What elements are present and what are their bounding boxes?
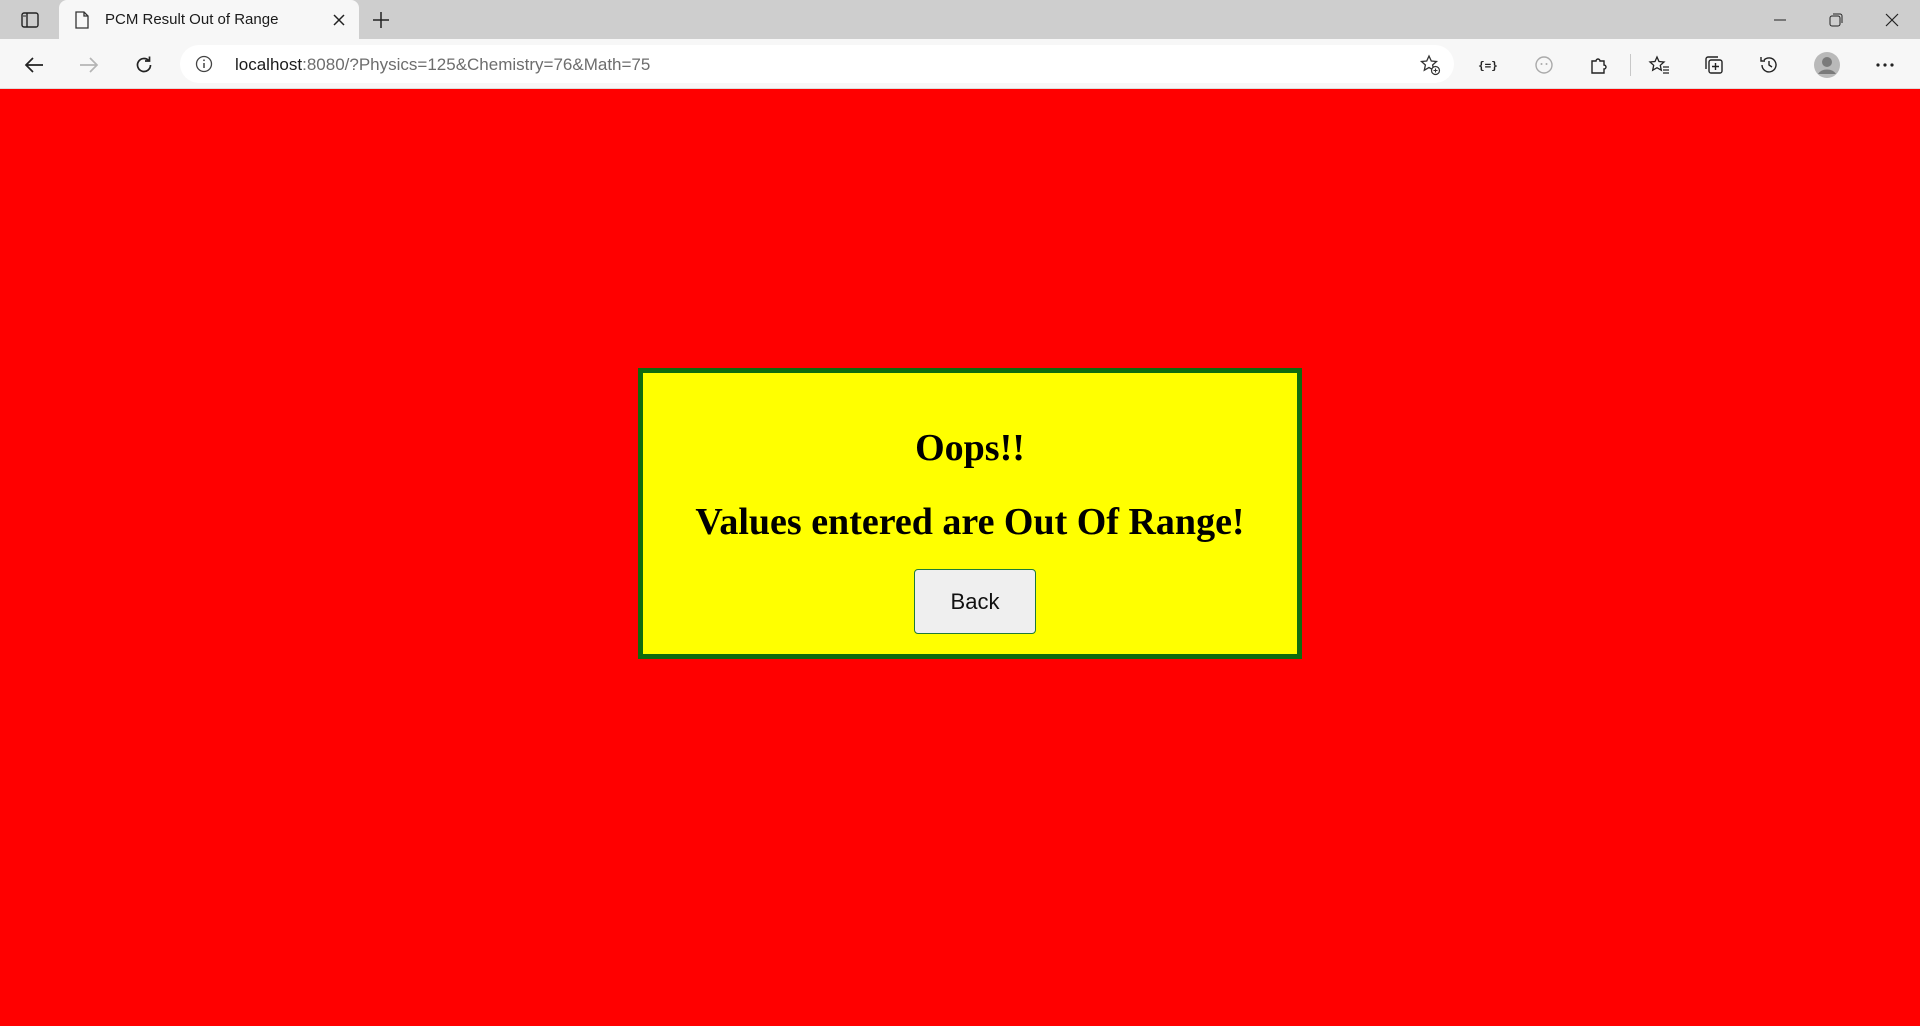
- address-bar[interactable]: localhost:8080/?Physics=125&Chemistry=76…: [180, 45, 1454, 83]
- svg-text:{=}: {=}: [1478, 59, 1498, 72]
- url-path: :8080/?Physics=125&Chemistry=76&Math=75: [302, 55, 651, 74]
- window-controls: [1752, 0, 1920, 39]
- browser-toolbar: localhost:8080/?Physics=125&Chemistry=76…: [0, 39, 1920, 89]
- new-tab-icon[interactable]: [366, 5, 396, 35]
- collections-icon[interactable]: [1697, 48, 1731, 82]
- url-host: localhost: [235, 55, 303, 74]
- tab-strip: PCM Result Out of Range: [0, 0, 1920, 39]
- code-braces-icon[interactable]: {=}: [1472, 48, 1506, 82]
- tab-title: PCM Result Out of Range: [105, 11, 279, 28]
- toolbar-separator: [1630, 54, 1631, 76]
- favorites-icon[interactable]: [1642, 48, 1676, 82]
- out-of-range-card: Oops!! Values entered are Out Of Range! …: [638, 368, 1302, 659]
- forward-arrow-icon: [72, 48, 106, 82]
- add-favorite-icon[interactable]: [1418, 53, 1442, 77]
- history-icon[interactable]: [1752, 48, 1786, 82]
- extensions-puzzle-icon[interactable]: [1582, 48, 1616, 82]
- close-window-icon[interactable]: [1864, 0, 1920, 39]
- out-of-range-message: Values entered are Out Of Range!: [695, 501, 1245, 543]
- close-tab-icon[interactable]: [325, 6, 353, 34]
- back-arrow-icon[interactable]: [17, 48, 51, 82]
- restore-icon[interactable]: [1808, 0, 1864, 39]
- site-info-icon[interactable]: [194, 54, 214, 74]
- back-button[interactable]: Back: [914, 569, 1036, 634]
- profile-avatar-icon[interactable]: [1810, 48, 1844, 82]
- url-text[interactable]: localhost:8080/?Physics=125&Chemistry=76…: [235, 55, 650, 75]
- minimize-icon[interactable]: [1752, 0, 1808, 39]
- page-icon: [73, 10, 91, 30]
- refresh-icon[interactable]: [127, 48, 161, 82]
- more-options-icon[interactable]: [1868, 48, 1902, 82]
- extension-face-icon[interactable]: [1527, 48, 1561, 82]
- browser-tab[interactable]: PCM Result Out of Range: [59, 0, 359, 39]
- tab-actions-icon[interactable]: [14, 7, 46, 33]
- oops-heading: Oops!!: [915, 427, 1025, 469]
